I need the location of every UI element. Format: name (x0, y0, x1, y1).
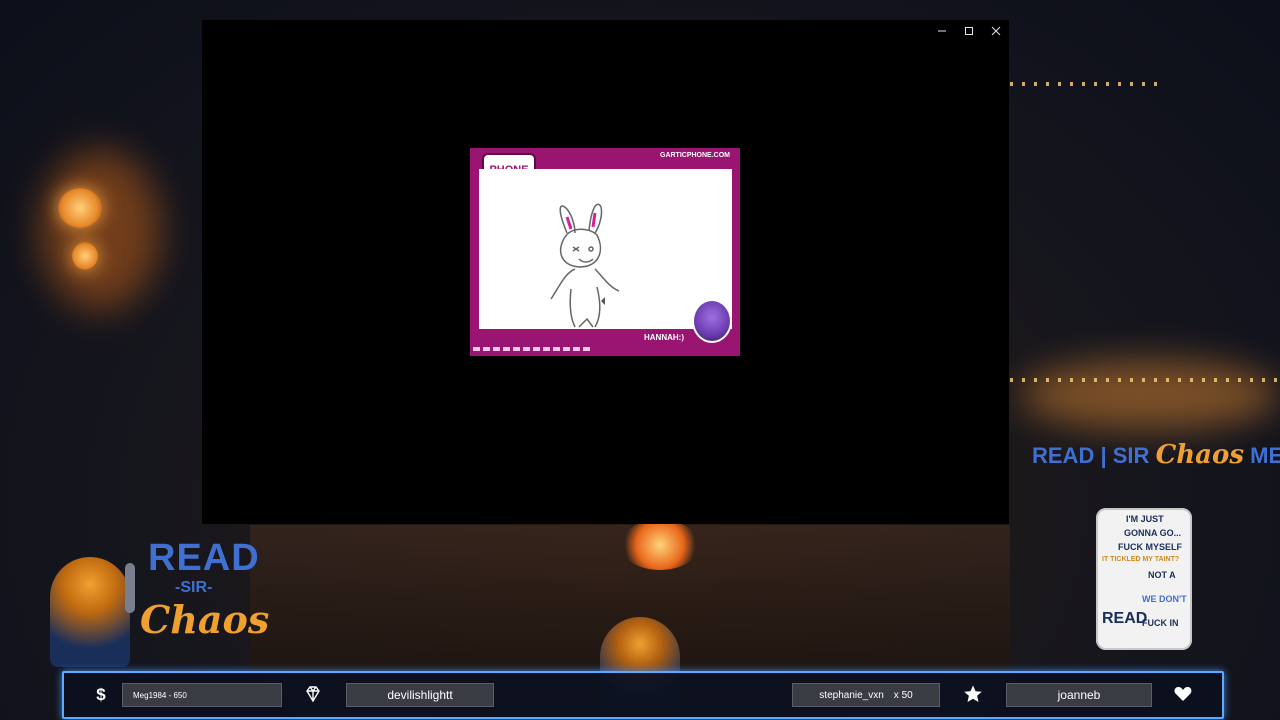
mug-text: I'M JUST (1126, 514, 1164, 524)
gartic-phone-panel: PHONE GARTICPHONE.COM HANNAH:) (470, 148, 740, 356)
dollar-icon: $ (89, 682, 113, 706)
mug-text: FUCK MYSELF (1118, 542, 1182, 552)
string-lights (1010, 82, 1160, 86)
svg-text:$: $ (96, 685, 106, 704)
stream-alert-bar: $ Meg1984 - 650 devilishlightt stephanie… (62, 671, 1224, 719)
read-sir-chaos-logo: READ -SIR- Chaos (50, 535, 269, 667)
lantern (58, 188, 102, 228)
merch-read-text: READ (1032, 443, 1095, 468)
mug-text: FUCK IN (1142, 618, 1179, 628)
mug-text: IT TICKLED MY TAINT? (1102, 556, 1180, 563)
latest-bits: stephanie_vxn x 50 (792, 683, 940, 707)
player-avatar (692, 299, 732, 343)
brand-chaos-text: Chaos (140, 597, 270, 642)
minimize-icon[interactable] (928, 20, 955, 42)
microphone-icon (125, 563, 135, 613)
lights-glow (1020, 360, 1280, 430)
heart-icon (1171, 682, 1195, 706)
latest-follower: joanneb (1006, 683, 1152, 707)
lantern-glow (40, 150, 160, 310)
diamond-icon (301, 682, 325, 706)
merch-word-text: MERCH (1250, 443, 1280, 468)
brand-sir-text: -SIR- (175, 579, 213, 596)
mug-text: GONNA GO... (1124, 528, 1182, 538)
bonfire (620, 520, 700, 570)
merch-chaos-text: Chaos (1155, 440, 1244, 470)
bunny-drawing (550, 203, 620, 328)
close-icon[interactable] (982, 20, 1009, 42)
lantern (72, 242, 98, 270)
gartic-progress-bar (473, 347, 593, 351)
latest-subscriber: devilishlightt (346, 683, 494, 707)
merch-mug-image: I'M JUST GONNA GO... FUCK MYSELF IT TICK… (1096, 508, 1192, 650)
star-icon (961, 682, 985, 706)
merch-separator: | (1100, 443, 1107, 468)
mug-text: READ (1102, 610, 1148, 627)
brand-read-text: READ (148, 537, 260, 579)
string-lights (1010, 378, 1280, 382)
mug-text: WE DON'T (1142, 594, 1187, 604)
drawing-canvas (479, 169, 732, 329)
window-controls (928, 20, 1009, 42)
bits-user: stephanie_vxn (819, 689, 884, 701)
bits-count: x 50 (893, 689, 913, 701)
mug-text: NOT A (1148, 570, 1176, 580)
player-name: HANNAH:) (644, 333, 684, 342)
latest-donation: Meg1984 - 650 (122, 683, 282, 707)
merch-sir-text: SIR (1112, 443, 1150, 468)
mascot-illustration (50, 557, 130, 667)
merch-banner: READ | SIR Chaos MERCH (1032, 440, 1280, 470)
gartic-site-label: GARTICPHONE.COM (660, 152, 730, 159)
maximize-icon[interactable] (955, 20, 982, 42)
